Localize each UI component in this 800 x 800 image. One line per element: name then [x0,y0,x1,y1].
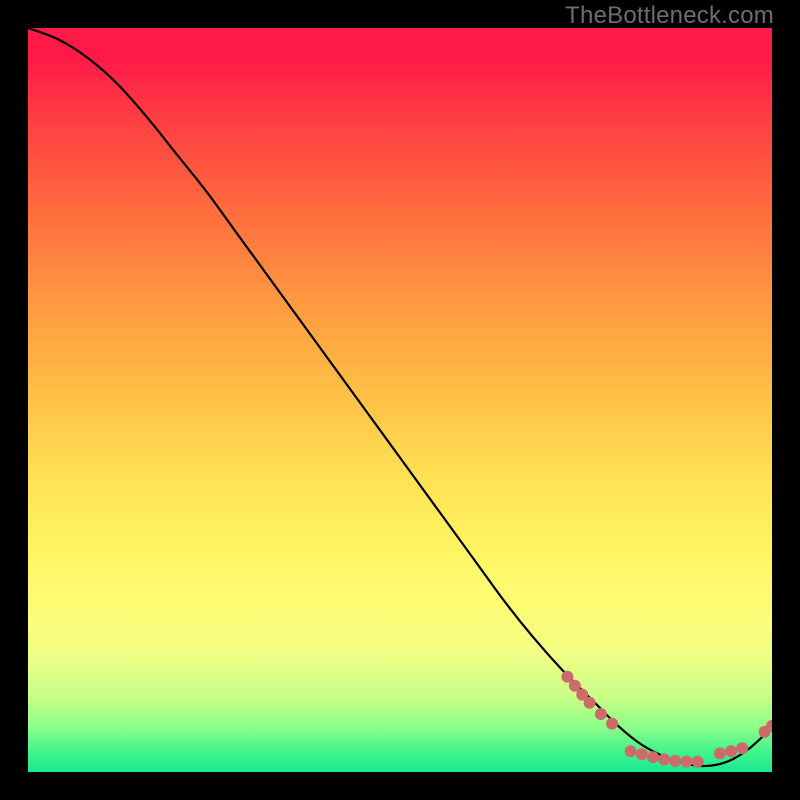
marker-dot [625,745,637,757]
marker-dot [669,755,681,767]
marker-dot [584,697,596,709]
marker-dot [680,756,692,768]
marker-dot [725,745,737,757]
marker-dot [647,751,659,763]
marker-dot [595,708,607,720]
marker-dot [636,748,648,760]
chart-frame: TheBottleneck.com [0,0,800,800]
marker-dot [736,742,748,754]
marker-dot [658,753,670,765]
watermark-text: TheBottleneck.com [565,2,774,30]
marker-group [561,671,772,768]
curve-line [28,28,772,766]
chart-svg [28,28,772,772]
marker-dot [714,747,726,759]
marker-dot [692,756,704,768]
plot-area [28,28,772,772]
marker-dot [606,718,618,730]
